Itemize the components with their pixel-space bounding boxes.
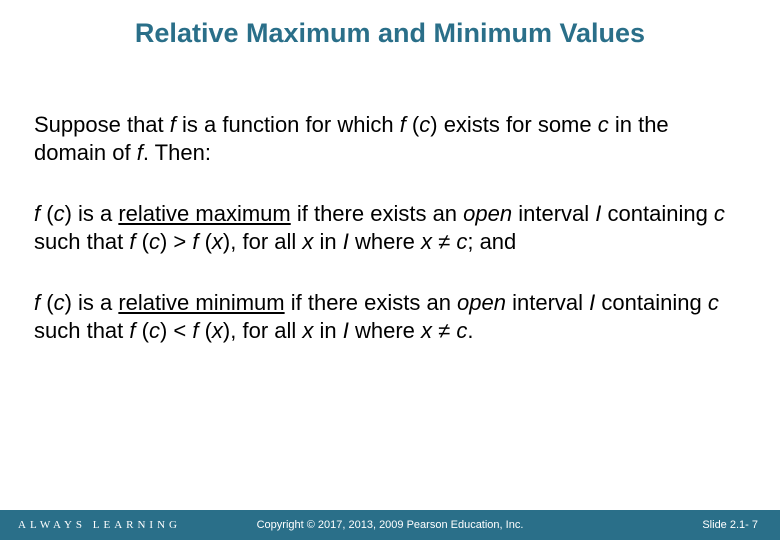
paragraph-intro: Suppose that f is a function for which f…: [34, 111, 746, 166]
var-f: f: [34, 201, 46, 226]
not-equal: ≠: [432, 318, 456, 343]
term-open: open: [463, 201, 512, 226]
text: containing: [601, 201, 714, 226]
copyright-text: Copyright © 2017, 2013, 2009 Pearson Edu…: [257, 519, 524, 531]
text: if there exists an: [285, 290, 457, 315]
text: in: [313, 318, 342, 343]
term-relative-minimum: relative minimum: [118, 290, 284, 315]
text: interval: [506, 290, 589, 315]
var-c: c: [598, 112, 609, 137]
text: (: [142, 229, 149, 254]
var-c: c: [54, 201, 65, 226]
text: in: [313, 229, 342, 254]
term-relative-maximum: relative maximum: [118, 201, 290, 226]
not-equal: ≠: [432, 229, 456, 254]
paragraph-relative-minimum: f (c) is a relative minimum if there exi…: [34, 289, 746, 344]
var-c: c: [456, 318, 467, 343]
text: Suppose that: [34, 112, 170, 137]
var-c: c: [456, 229, 467, 254]
var-c: c: [149, 318, 160, 343]
text: is a function for which: [176, 112, 400, 137]
text: (: [142, 318, 149, 343]
page-title: Relative Maximum and Minimum Values: [0, 0, 780, 49]
text: where: [349, 229, 421, 254]
var-f: f: [129, 318, 141, 343]
text: (: [46, 290, 53, 315]
text: ), for all: [223, 229, 302, 254]
var-f: f: [129, 229, 141, 254]
var-c: c: [54, 290, 65, 315]
var-x: x: [302, 229, 313, 254]
paragraph-relative-maximum: f (c) is a relative maximum if there exi…: [34, 200, 746, 255]
text: such that: [34, 318, 129, 343]
text: (: [46, 201, 53, 226]
var-f: f: [192, 318, 204, 343]
text: (: [205, 318, 212, 343]
text: ; and: [467, 229, 516, 254]
text: ) <: [160, 318, 192, 343]
body-text: Suppose that f is a function for which f…: [0, 111, 780, 344]
var-x: x: [212, 229, 223, 254]
text: . Then:: [143, 140, 211, 165]
text: .: [467, 318, 473, 343]
slide-number: Slide 2.1- 7: [702, 519, 780, 531]
text: (: [205, 229, 212, 254]
text: ) is a: [65, 290, 119, 315]
var-c: c: [708, 290, 719, 315]
slide: Relative Maximum and Minimum Values Supp…: [0, 0, 780, 540]
text: ), for all: [223, 318, 302, 343]
var-x: x: [302, 318, 313, 343]
term-open: open: [457, 290, 506, 315]
var-x: x: [212, 318, 223, 343]
var-f: f: [400, 112, 412, 137]
brand-text: ALWAYS LEARNING: [0, 519, 181, 531]
text: containing: [595, 290, 708, 315]
var-f: f: [192, 229, 204, 254]
text: such that: [34, 229, 129, 254]
footer: ALWAYS LEARNING Copyright © 2017, 2013, …: [0, 510, 780, 540]
text: interval: [512, 201, 595, 226]
var-f: f: [34, 290, 46, 315]
text: where: [349, 318, 421, 343]
var-x: x: [421, 229, 432, 254]
var-x: x: [421, 318, 432, 343]
text: ) >: [160, 229, 192, 254]
var-c: c: [149, 229, 160, 254]
var-c: c: [714, 201, 725, 226]
text: if there exists an: [291, 201, 463, 226]
text: ) exists for some: [430, 112, 597, 137]
var-c: c: [419, 112, 430, 137]
text: ) is a: [65, 201, 119, 226]
